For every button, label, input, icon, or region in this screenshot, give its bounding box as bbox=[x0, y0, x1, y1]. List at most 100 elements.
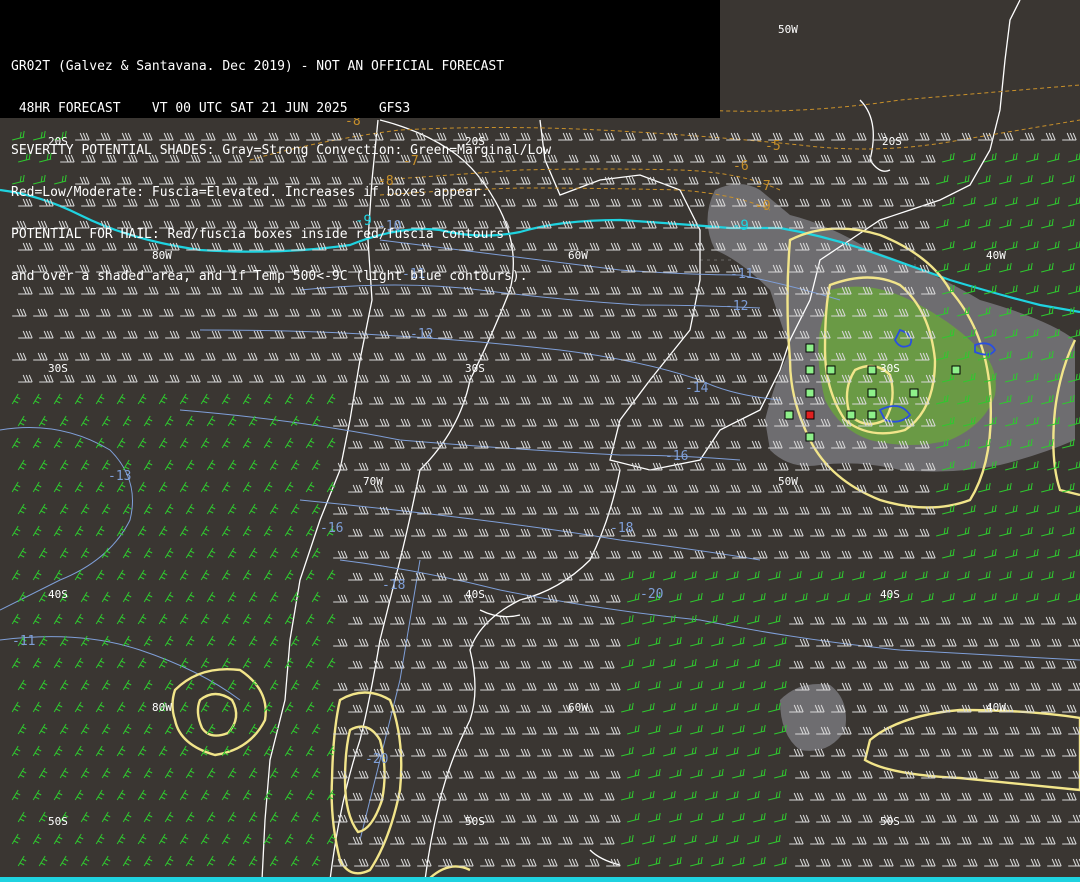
wind-barb-icon bbox=[1068, 196, 1080, 207]
wind-barb-icon bbox=[936, 570, 949, 581]
wind-barb-icon bbox=[158, 437, 168, 449]
wind-barb-icon bbox=[348, 440, 363, 449]
wind-barb-icon bbox=[978, 482, 991, 493]
wind-barb-icon bbox=[179, 613, 189, 625]
wind-barb-icon bbox=[432, 484, 447, 493]
wind-barb-icon bbox=[621, 614, 634, 625]
wind-barb-icon bbox=[453, 792, 468, 801]
wind-barb-icon bbox=[369, 616, 384, 625]
wind-barb-icon bbox=[753, 768, 766, 779]
wind-barb-icon bbox=[1026, 548, 1039, 559]
wind-barb-icon bbox=[480, 770, 495, 779]
wind-barb-icon bbox=[417, 638, 432, 647]
wind-barb-icon bbox=[474, 704, 489, 713]
wind-barb-icon bbox=[1005, 152, 1018, 163]
wind-barb-icon bbox=[311, 415, 321, 427]
wind-barb-icon bbox=[53, 393, 63, 405]
wind-barb-icon bbox=[516, 352, 531, 361]
wind-barb-icon bbox=[774, 680, 787, 691]
wind-barb-icon bbox=[690, 330, 705, 339]
wind-barb-icon bbox=[648, 856, 661, 867]
header-line: 48HR FORECAST VT 00 UTC SAT 21 JUN 2025 … bbox=[11, 102, 411, 116]
wind-barb-icon bbox=[74, 525, 84, 537]
wind-barb-icon bbox=[102, 374, 117, 383]
wind-barb-icon bbox=[999, 482, 1012, 493]
wind-barb-icon bbox=[242, 789, 252, 801]
wind-barb-icon bbox=[38, 679, 48, 691]
wind-barb-icon bbox=[621, 440, 636, 449]
wind-barb-icon bbox=[459, 418, 474, 427]
wind-barb-icon bbox=[627, 636, 640, 647]
wind-barb-icon bbox=[305, 613, 315, 625]
wind-barb-icon bbox=[32, 393, 42, 405]
wind-barb-icon bbox=[158, 481, 168, 493]
wind-barb-icon bbox=[12, 352, 27, 361]
wind-barb-icon bbox=[516, 792, 531, 801]
wind-barb-icon bbox=[206, 811, 216, 823]
wind-barb-icon bbox=[53, 657, 63, 669]
wind-barb-icon bbox=[417, 418, 432, 427]
wind-barb-icon bbox=[831, 748, 846, 757]
wind-barb-icon bbox=[327, 352, 342, 361]
wind-barb-icon bbox=[122, 811, 132, 823]
wind-barb-icon bbox=[200, 393, 210, 405]
wind-barb-icon bbox=[122, 635, 132, 647]
wind-barb-icon bbox=[831, 528, 846, 537]
wind-barb-icon bbox=[143, 547, 153, 559]
wind-barb-icon bbox=[101, 855, 111, 867]
wind-barb-icon bbox=[684, 396, 699, 405]
wind-barb-icon bbox=[438, 418, 453, 427]
wind-barb-icon bbox=[18, 374, 33, 383]
wind-barb-icon bbox=[474, 352, 489, 361]
wind-barb-icon bbox=[711, 418, 726, 427]
wind-barb-icon bbox=[957, 792, 972, 801]
wind-barb-icon bbox=[1041, 660, 1056, 669]
wind-barb-icon bbox=[795, 550, 810, 559]
wind-barb-icon bbox=[789, 748, 804, 757]
wind-barb-icon bbox=[768, 702, 781, 713]
wind-barb-icon bbox=[290, 459, 300, 471]
wind-barb-icon bbox=[206, 547, 216, 559]
wind-barb-icon bbox=[648, 636, 661, 647]
wind-barb-icon bbox=[270, 374, 285, 383]
wind-barb-icon bbox=[390, 440, 405, 449]
wind-barb-icon bbox=[326, 569, 336, 581]
wind-barb-icon bbox=[774, 812, 787, 823]
wind-barb-icon bbox=[480, 638, 495, 647]
wind-barb-icon bbox=[984, 638, 999, 647]
grid-label: 40W bbox=[986, 249, 1006, 262]
wind-barb-icon bbox=[143, 723, 153, 735]
wind-barb-icon bbox=[480, 858, 495, 867]
wind-barb-icon bbox=[495, 396, 510, 405]
wind-barb-icon bbox=[606, 770, 621, 779]
wind-barb-icon bbox=[411, 836, 426, 845]
wind-barb-icon bbox=[978, 836, 993, 845]
wind-barb-icon bbox=[39, 330, 54, 339]
wind-barb-icon bbox=[564, 682, 579, 691]
wind-barb-icon bbox=[837, 592, 850, 603]
wind-barb-icon bbox=[1047, 814, 1062, 823]
wind-barb-icon bbox=[978, 616, 993, 625]
wind-barb-icon bbox=[333, 682, 348, 691]
wind-barb-icon bbox=[54, 352, 69, 361]
wind-barb-icon bbox=[732, 462, 747, 471]
wind-barb-icon bbox=[516, 572, 531, 581]
wind-barb-icon bbox=[606, 550, 621, 559]
wind-barb-icon bbox=[269, 635, 279, 647]
wind-barb-icon bbox=[1047, 638, 1062, 647]
wind-barb-icon bbox=[1041, 616, 1056, 625]
wind-barb-icon bbox=[921, 682, 936, 691]
wind-barb-icon bbox=[1026, 284, 1039, 295]
wind-barb-icon bbox=[179, 437, 189, 449]
wind-barb-icon bbox=[137, 437, 147, 449]
wind-barb-icon bbox=[164, 635, 174, 647]
wind-barb-icon bbox=[501, 858, 516, 867]
wind-barb-icon bbox=[263, 613, 273, 625]
wind-barb-icon bbox=[915, 792, 930, 801]
wind-barb-icon bbox=[684, 570, 697, 581]
wind-barb-icon bbox=[242, 393, 252, 405]
wind-barb-icon bbox=[1041, 748, 1056, 757]
wind-barb-icon bbox=[711, 374, 726, 383]
wind-barb-icon bbox=[879, 506, 894, 515]
wind-barb-icon bbox=[810, 484, 825, 493]
